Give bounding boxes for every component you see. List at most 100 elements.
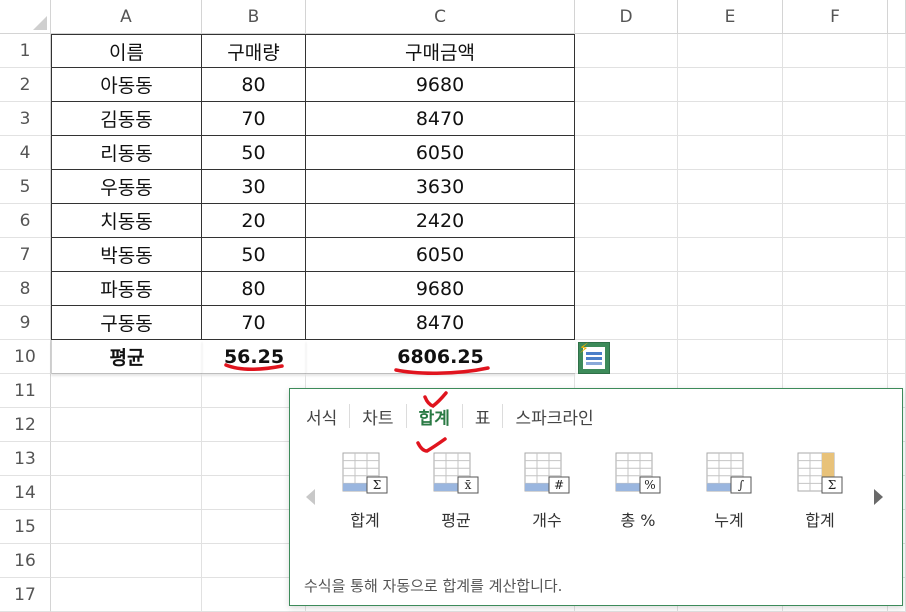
cell[interactable]: [783, 272, 888, 306]
cell[interactable]: [678, 306, 783, 340]
column-header-b[interactable]: B: [202, 0, 306, 34]
cell[interactable]: [575, 102, 678, 136]
cell[interactable]: [783, 170, 888, 204]
row-header[interactable]: 2: [0, 68, 51, 102]
cell[interactable]: [51, 476, 202, 510]
option-running-total[interactable]: ∫ 누계: [694, 451, 764, 531]
cell[interactable]: [783, 68, 888, 102]
table-cell[interactable]: 우동동: [51, 170, 202, 204]
average-cell[interactable]: 6806.25: [306, 340, 575, 374]
cell[interactable]: [575, 68, 678, 102]
cell[interactable]: [575, 272, 678, 306]
cell[interactable]: [51, 510, 202, 544]
table-cell[interactable]: 8470: [306, 306, 575, 340]
cell[interactable]: [575, 34, 678, 68]
table-cell[interactable]: 리동동: [51, 136, 202, 170]
table-header-cell[interactable]: 구매금액: [306, 34, 575, 68]
row-header[interactable]: 11: [0, 374, 51, 408]
cell[interactable]: [783, 34, 888, 68]
row-header[interactable]: 1: [0, 34, 51, 68]
row-header[interactable]: 13: [0, 442, 51, 476]
table-cell[interactable]: 20: [202, 204, 306, 238]
column-header-f[interactable]: F: [783, 0, 888, 34]
table-cell[interactable]: 2420: [306, 204, 575, 238]
table-cell[interactable]: 3630: [306, 170, 575, 204]
row-header[interactable]: 17: [0, 578, 51, 612]
table-cell[interactable]: 6050: [306, 136, 575, 170]
option-sum-column[interactable]: Σ 합계: [785, 451, 855, 531]
table-cell[interactable]: 박동동: [51, 238, 202, 272]
option-count[interactable]: # 개수: [512, 451, 582, 531]
tab-tables[interactable]: 표: [463, 404, 504, 429]
column-header-e[interactable]: E: [678, 0, 783, 34]
table-cell[interactable]: 김동동: [51, 102, 202, 136]
table-cell[interactable]: 80: [202, 68, 306, 102]
tab-formatting[interactable]: 서식: [304, 404, 351, 429]
cell[interactable]: [888, 306, 906, 340]
row-header[interactable]: 3: [0, 102, 51, 136]
cell[interactable]: [51, 544, 202, 578]
cell[interactable]: [678, 136, 783, 170]
row-header[interactable]: 16: [0, 544, 51, 578]
row-header[interactable]: 14: [0, 476, 51, 510]
table-cell[interactable]: 70: [202, 102, 306, 136]
average-cell[interactable]: 56.25: [202, 340, 306, 374]
average-cell[interactable]: 평균: [51, 340, 202, 374]
cell[interactable]: [678, 34, 783, 68]
column-header-a[interactable]: A: [51, 0, 202, 34]
option-sum[interactable]: Σ 합계: [330, 451, 400, 531]
row-header[interactable]: 10: [0, 340, 51, 374]
cell[interactable]: [783, 340, 888, 374]
cell[interactable]: [575, 170, 678, 204]
table-cell[interactable]: 50: [202, 136, 306, 170]
cell[interactable]: [51, 408, 202, 442]
cell[interactable]: [51, 578, 202, 612]
cell[interactable]: [678, 68, 783, 102]
column-header-c[interactable]: C: [306, 0, 575, 34]
row-header[interactable]: 7: [0, 238, 51, 272]
cell[interactable]: [888, 340, 906, 374]
cell[interactable]: [783, 136, 888, 170]
table-cell[interactable]: 치동동: [51, 204, 202, 238]
cell[interactable]: [888, 102, 906, 136]
table-cell[interactable]: 70: [202, 306, 306, 340]
table-cell[interactable]: 80: [202, 272, 306, 306]
table-cell[interactable]: 파동동: [51, 272, 202, 306]
row-header[interactable]: 6: [0, 204, 51, 238]
table-header-cell[interactable]: 이름: [51, 34, 202, 68]
cell[interactable]: [888, 170, 906, 204]
cell[interactable]: [51, 442, 202, 476]
cell[interactable]: [678, 272, 783, 306]
tab-charts[interactable]: 차트: [350, 404, 407, 429]
cell[interactable]: [678, 340, 783, 374]
row-header[interactable]: 15: [0, 510, 51, 544]
select-all-corner[interactable]: [0, 0, 51, 34]
cell[interactable]: [783, 204, 888, 238]
table-cell[interactable]: 6050: [306, 238, 575, 272]
table-cell[interactable]: 구동동: [51, 306, 202, 340]
table-cell[interactable]: 9680: [306, 272, 575, 306]
table-header-cell[interactable]: 구매량: [202, 34, 306, 68]
table-cell[interactable]: 50: [202, 238, 306, 272]
cell[interactable]: [888, 204, 906, 238]
cell[interactable]: [678, 204, 783, 238]
tab-sparklines[interactable]: 스파크라인: [503, 404, 605, 429]
cell[interactable]: [783, 238, 888, 272]
cell[interactable]: [678, 170, 783, 204]
cell[interactable]: [678, 102, 783, 136]
table-cell[interactable]: 30: [202, 170, 306, 204]
row-header[interactable]: 9: [0, 306, 51, 340]
cell[interactable]: [888, 272, 906, 306]
option-average[interactable]: x̄ 평균: [421, 451, 491, 531]
cell[interactable]: [888, 68, 906, 102]
cell[interactable]: [888, 238, 906, 272]
row-header[interactable]: 5: [0, 170, 51, 204]
column-header-d[interactable]: D: [575, 0, 678, 34]
cell[interactable]: [575, 306, 678, 340]
column-header-partial[interactable]: [888, 0, 906, 34]
row-header[interactable]: 4: [0, 136, 51, 170]
cell[interactable]: [575, 238, 678, 272]
tab-totals[interactable]: 합계: [407, 404, 463, 429]
table-cell[interactable]: 8470: [306, 102, 575, 136]
row-header[interactable]: 8: [0, 272, 51, 306]
